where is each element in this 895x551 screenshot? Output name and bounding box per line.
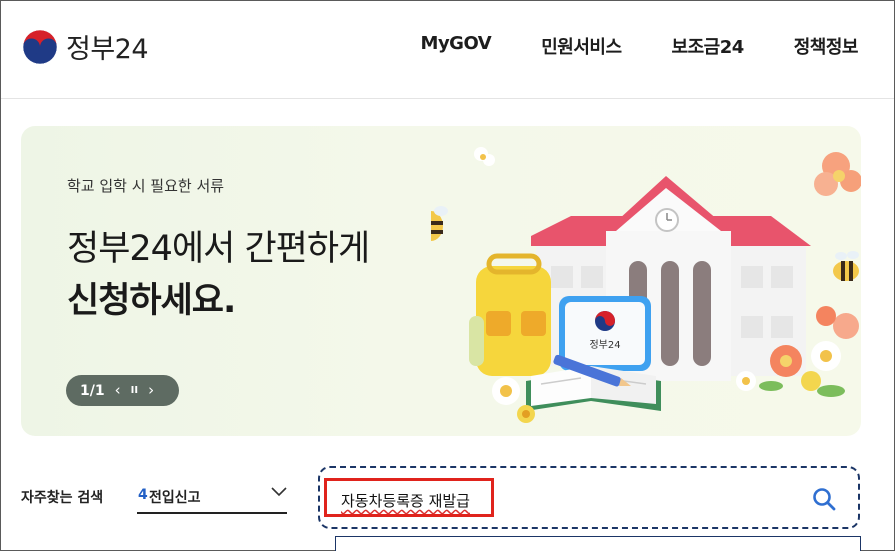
banner-title-line1: 정부24에서 간편하게 [67,229,370,269]
nav-item-civil-services[interactable]: 민원서비스 [541,33,622,59]
nav-item-subsidy24[interactable]: 보조금24 [672,33,745,59]
tablet-icon: 정부24 [559,296,651,371]
search-query-text: 자동차등록증 재발급 [341,492,470,510]
faq-selected-value: 전입신고 [149,490,201,506]
prev-slide-button[interactable]: ‹ [115,383,121,398]
banner-title-line2: 신청하세요. [67,281,236,321]
search-icon[interactable] [812,487,836,511]
search-suggestions-panel [335,536,861,551]
faq-search-select[interactable]: 4 전입신고 [137,480,287,514]
site-header: 정부24 MyGOV 민원서비스 보조금24 정책정보 [1,1,894,99]
next-slide-button[interactable]: › [148,383,154,398]
search-input[interactable]: 자동차등록증 재발급 [324,478,494,517]
tablet-label: 정부24 [589,339,620,351]
main-nav: MyGOV 민원서비스 보조금24 정책정보 [421,33,859,59]
promo-banner[interactable]: 학교 입학 시 필요한 서류 정부24에서 간편하게 신청하세요. 1/1 ‹ … [21,126,861,436]
nav-item-mygov[interactable]: MyGOV [421,33,492,59]
logo-text: 정부24 [66,34,149,65]
faq-search-label: 자주찾는 검색 [21,490,104,506]
nav-item-policy-info[interactable]: 정책정보 [794,33,859,59]
faq-rank: 4 [138,487,148,503]
search-box: 자동차등록증 재발급 [318,466,860,529]
pause-slide-button[interactable]: II [131,385,138,396]
pager-count: 1/1 [80,382,105,399]
government-emblem-icon [22,29,58,64]
bee-icon [833,251,859,281]
backpack-icon [469,253,551,376]
school-illustration: 정부24 [431,147,861,423]
bee-icon [431,206,448,241]
banner-subtitle: 학교 입학 시 필요한 서류 [67,177,225,195]
site-logo[interactable]: 정부24 [22,27,149,66]
chevron-down-icon [271,487,287,497]
banner-pager: 1/1 ‹ II › [66,375,179,406]
